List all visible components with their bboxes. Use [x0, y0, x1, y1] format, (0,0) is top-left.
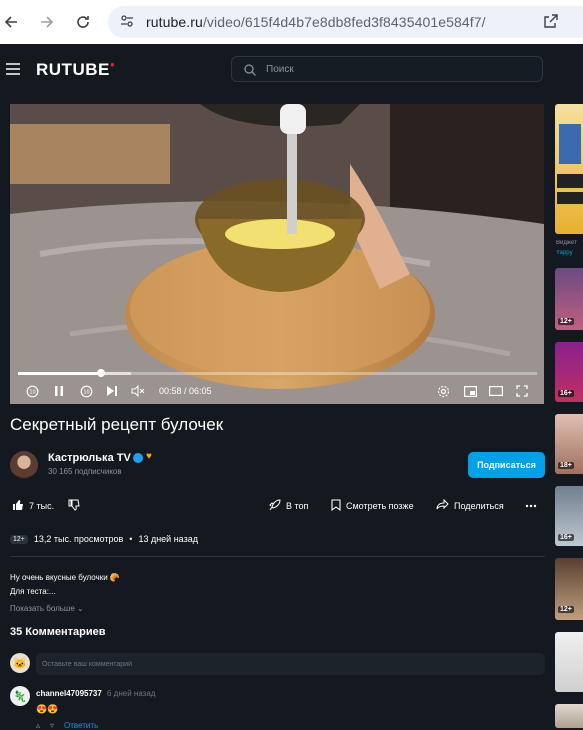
forward-10-icon[interactable]: 10 [78, 383, 94, 399]
to-top-label: В топ [286, 501, 309, 511]
thumbnail-image [557, 124, 583, 204]
next-video-icon[interactable] [104, 383, 120, 399]
heart-badge-icon: ♥ [146, 451, 152, 462]
comment-actions: ▵ ▿ Ответить [36, 721, 98, 730]
url-text: rutube.ru/video/615f4d4b7e8db8fed3f84354… [146, 14, 486, 30]
progress-fill [18, 372, 102, 375]
share-button[interactable]: Поделиться [436, 498, 504, 513]
progress-handle[interactable] [97, 369, 106, 377]
video-frame-image [10, 104, 544, 404]
logo-dot-icon: ● [109, 60, 116, 69]
url-host: rutube.ru [146, 14, 203, 30]
watch-later-button[interactable]: Смотреть позже [331, 498, 414, 514]
like-button[interactable]: 7 тыс. [12, 499, 54, 513]
view-count: 13,2 тыс. просмотров [33, 534, 124, 544]
back-arrow-icon[interactable] [0, 11, 22, 33]
address-bar[interactable]: rutube.ru/video/615f4d4b7e8db8fed3f84354… [108, 6, 583, 38]
subscribe-button[interactable]: Подписаться [468, 452, 545, 478]
recommendation-thumbnail[interactable] [555, 104, 583, 234]
to-top-button[interactable]: В топ [269, 498, 309, 514]
meta-separator: • [129, 534, 133, 544]
mute-icon[interactable] [130, 383, 146, 399]
show-more-label: Показать больше [10, 604, 75, 613]
comment-input[interactable] [36, 653, 545, 675]
dislike-button[interactable] [68, 499, 80, 513]
like-count: 7 тыс. [29, 501, 55, 511]
rutube-logo[interactable]: RUTUBE● [36, 60, 115, 80]
verified-badge-icon [133, 453, 143, 463]
comment-dislike-icon[interactable]: ▿ [50, 721, 54, 730]
menu-icon[interactable] [6, 62, 20, 80]
posted-date: 13 дней назад [138, 534, 198, 544]
settings-gear-icon[interactable] [435, 383, 451, 399]
channel-name[interactable]: Кастрюлька TV [48, 452, 131, 464]
comment-author-avatar[interactable]: 🦎 [10, 686, 30, 706]
show-more-button[interactable]: Показать больше ⌄ [10, 604, 84, 613]
age-badge: 18+ [558, 462, 574, 469]
divider [10, 556, 545, 557]
age-badge: 16+ [558, 390, 574, 397]
recommendation-title[interactable]: Виджет [556, 240, 583, 246]
share-label: Поделиться [454, 501, 504, 511]
video-player[interactable] [10, 104, 544, 404]
video-title: Секретный рецепт булочек [10, 415, 224, 434]
chevron-down-icon: ⌄ [77, 604, 84, 613]
recommendation-thumbnail[interactable] [555, 632, 583, 692]
progress-buffer [101, 372, 131, 375]
age-badge: 12+ [558, 318, 574, 325]
comment-text: 😍😍 [36, 704, 59, 714]
url-path: /video/615f4d4b7e8db8fed3f8435401e584f7/ [202, 14, 486, 30]
open-in-app-icon[interactable] [544, 14, 558, 33]
user-avatar: 🐱 [10, 653, 30, 673]
site-settings-icon[interactable] [120, 14, 134, 33]
comments-title: 35 Комментариев [10, 626, 106, 638]
video-meta: 12+ 13,2 тыс. просмотров • 13 дней назад [10, 533, 198, 545]
time-display: 00:58 / 06:05 [159, 386, 212, 396]
comment-author[interactable]: channel47095737 [36, 689, 102, 698]
watch-later-label: Смотреть позже [346, 501, 414, 511]
bookmark-icon [331, 498, 341, 514]
more-options-icon[interactable] [525, 499, 537, 513]
theater-mode-icon[interactable] [488, 383, 504, 399]
logo-text: RUTUBE [36, 60, 110, 79]
comment-like-icon[interactable]: ▵ [36, 721, 40, 730]
fullscreen-icon[interactable] [514, 383, 530, 399]
forward-arrow-icon[interactable] [36, 11, 58, 33]
description-line-2: Для теста:... [10, 587, 56, 596]
recommendation-channel[interactable]: Yappy [556, 250, 583, 256]
search-icon [244, 63, 256, 81]
pause-icon[interactable] [51, 383, 67, 399]
recommendation-thumbnail[interactable] [555, 704, 583, 728]
age-badge: 12+ [558, 606, 574, 613]
svg-text:10: 10 [83, 389, 89, 395]
subscriber-count: 30 165 подписчиков [48, 467, 122, 476]
comment-reply-button[interactable]: Ответить [64, 721, 98, 730]
share-arrow-icon [436, 498, 449, 513]
rewind-10-icon[interactable]: 10 [24, 383, 40, 399]
search-placeholder: Поиск [266, 64, 294, 75]
comment-time: 6 дней назад [107, 689, 156, 698]
channel-avatar[interactable] [10, 451, 38, 479]
rocket-icon [269, 498, 281, 514]
description-line-1: Ну очень вкусные булочки 🥐 [10, 573, 120, 582]
thumbs-down-icon [68, 499, 80, 514]
miniplayer-icon[interactable] [462, 383, 478, 399]
thumbs-up-icon [12, 499, 24, 514]
age-rating-badge: 12+ [10, 534, 28, 544]
reload-icon[interactable] [72, 11, 94, 33]
age-badge: 16+ [558, 534, 574, 541]
search-input[interactable]: Поиск [231, 56, 543, 82]
svg-text:10: 10 [29, 389, 35, 395]
